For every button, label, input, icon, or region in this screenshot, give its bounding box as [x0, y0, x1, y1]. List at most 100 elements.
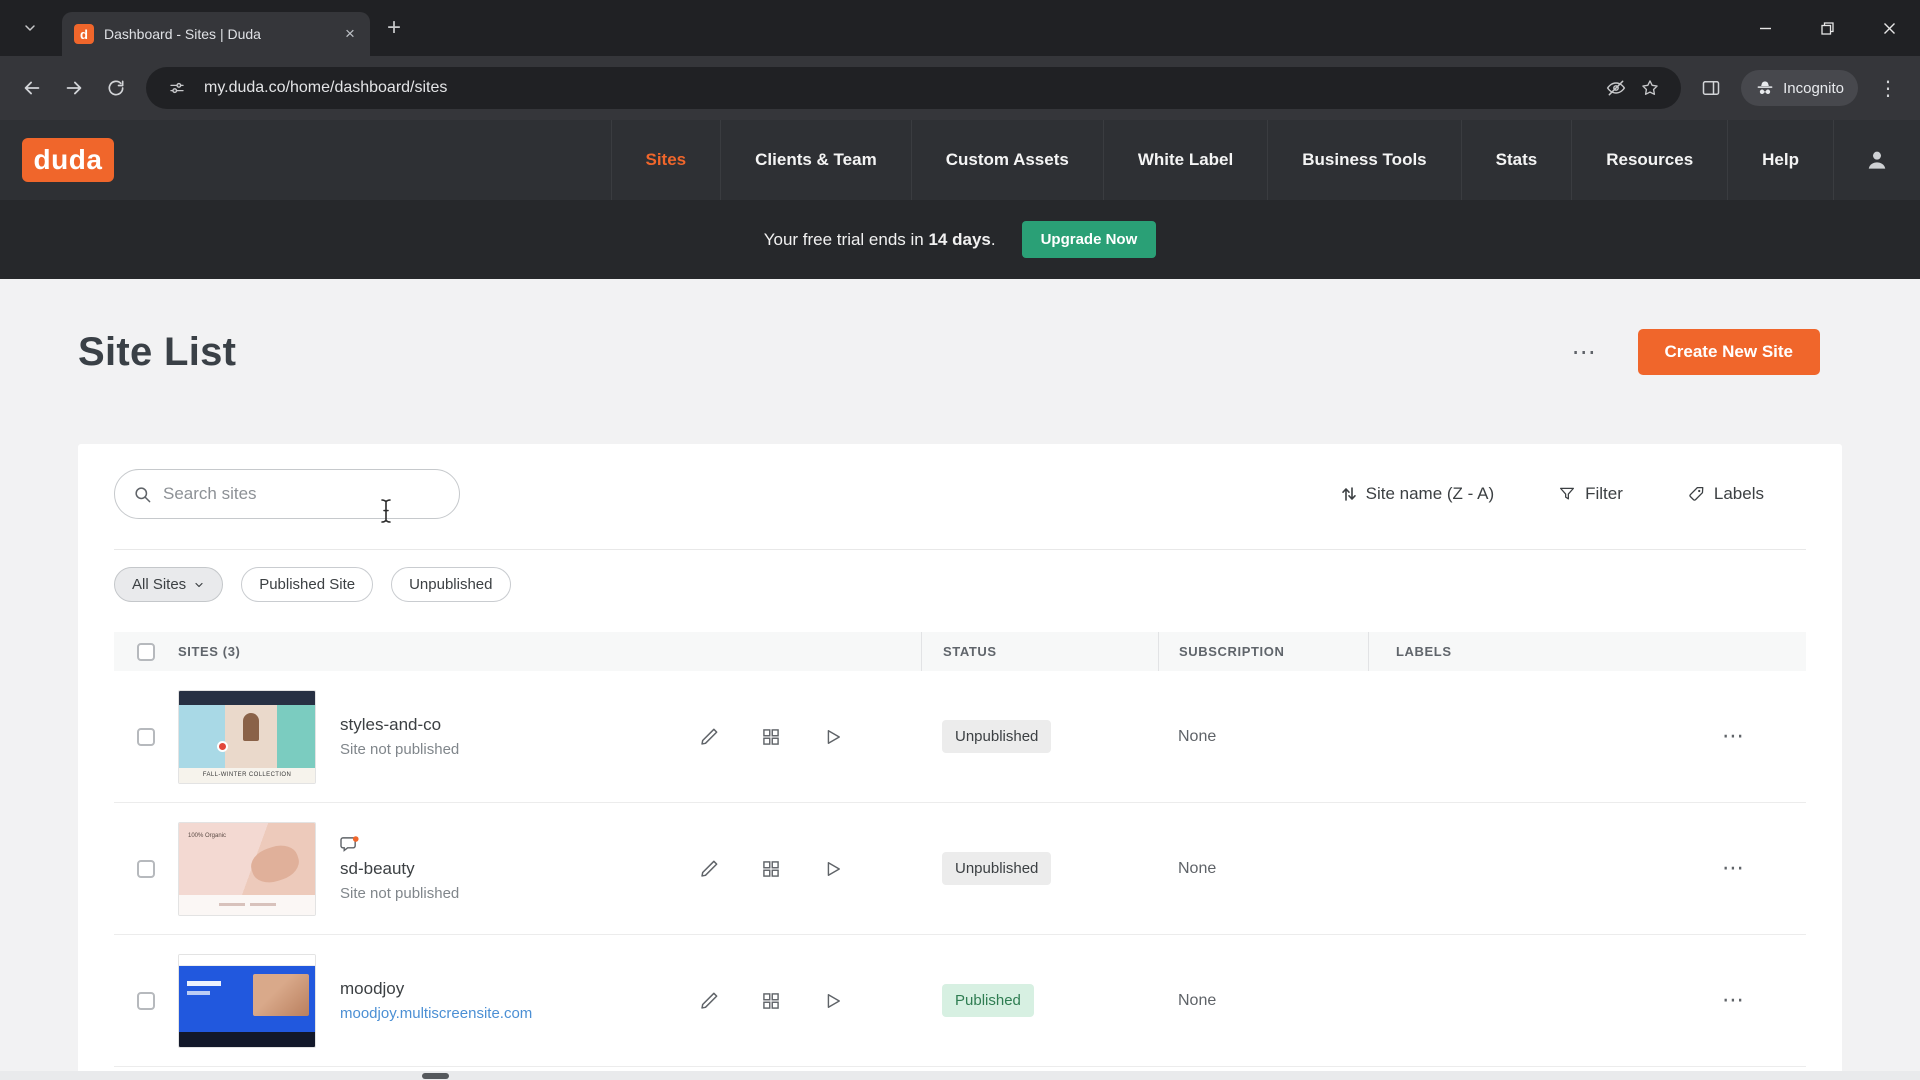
reload-button[interactable] — [96, 68, 136, 108]
nav-item-white-label[interactable]: White Label — [1103, 120, 1267, 200]
site-publish-status-text: Site not published — [340, 885, 628, 902]
apps-grid-button[interactable] — [758, 988, 784, 1014]
preview-site-button[interactable] — [820, 856, 846, 882]
duda-top-nav: duda Sites Clients & Team Custom Assets … — [0, 120, 1920, 200]
subscription-value: None — [1158, 728, 1368, 746]
page-options-menu-button[interactable]: ⋯ — [1572, 340, 1596, 364]
site-publish-status-text: Site not published — [340, 741, 628, 758]
site-name[interactable]: moodjoy — [340, 979, 628, 999]
account-avatar-button[interactable] — [1834, 120, 1920, 200]
bookmark-star-icon[interactable] — [1633, 71, 1667, 105]
chip-published-site[interactable]: Published Site — [241, 567, 373, 602]
site-name[interactable]: styles-and-co — [340, 715, 628, 735]
apps-grid-button[interactable] — [758, 856, 784, 882]
address-bar[interactable]: my.duda.co/home/dashboard/sites — [146, 67, 1681, 109]
tab-search-button[interactable] — [12, 10, 48, 46]
side-panel-button[interactable] — [1691, 68, 1731, 108]
search-box[interactable] — [114, 469, 460, 519]
grid-icon — [761, 727, 781, 747]
chevron-down-icon — [22, 20, 38, 36]
search-input[interactable] — [163, 484, 441, 504]
edit-site-button[interactable] — [696, 724, 722, 750]
row-checkbox[interactable] — [137, 992, 155, 1010]
labels-control[interactable]: Labels — [1687, 484, 1764, 504]
window-restore-button[interactable] — [1796, 0, 1858, 56]
trial-banner: Your free trial ends in 14 days. Upgrade… — [0, 200, 1920, 279]
table-row: FALL-WINTER COLLECTION styles-and-co Sit… — [114, 671, 1806, 803]
window-minimize-button[interactable] — [1734, 0, 1796, 56]
browser-menu-button[interactable]: ⋮ — [1868, 68, 1908, 108]
back-button[interactable] — [12, 68, 52, 108]
preview-site-button[interactable] — [820, 988, 846, 1014]
row-checkbox[interactable] — [137, 728, 155, 746]
row-checkbox[interactable] — [137, 860, 155, 878]
grid-icon — [761, 859, 781, 879]
site-thumbnail[interactable]: 100% Organic — [178, 822, 316, 916]
incognito-label: Incognito — [1783, 80, 1844, 97]
filter-chips: All Sites Published Site Unpublished — [114, 567, 1806, 602]
pencil-icon — [699, 726, 720, 747]
site-thumbnail[interactable]: FALL-WINTER COLLECTION — [178, 690, 316, 784]
sort-label: Site name (Z - A) — [1366, 484, 1494, 504]
filter-control[interactable]: Filter — [1558, 484, 1623, 504]
person-icon — [1864, 147, 1890, 173]
site-domain-link[interactable]: moodjoy.multiscreensite.com — [340, 1005, 628, 1022]
site-settings-icon[interactable] — [160, 71, 194, 105]
status-badge: Unpublished — [942, 720, 1051, 753]
trial-text-suffix: . — [991, 230, 996, 249]
close-icon — [1883, 22, 1896, 35]
new-tab-button[interactable]: + — [376, 10, 412, 46]
row-options-menu-button[interactable]: ⋯ — [1722, 990, 1744, 1012]
row-options-menu-button[interactable]: ⋯ — [1722, 858, 1744, 880]
tab-title: Dashboard - Sites | Duda — [104, 26, 338, 42]
pencil-icon — [699, 858, 720, 879]
nav-item-custom-assets[interactable]: Custom Assets — [911, 120, 1103, 200]
sort-control[interactable]: Site name (Z - A) — [1341, 484, 1494, 504]
nav-item-help[interactable]: Help — [1727, 120, 1834, 200]
nav-items: Sites Clients & Team Custom Assets White… — [611, 120, 1835, 200]
create-new-site-button[interactable]: Create New Site — [1638, 329, 1821, 375]
play-icon — [823, 727, 843, 747]
apps-grid-button[interactable] — [758, 724, 784, 750]
play-icon — [823, 991, 843, 1011]
thumbnail-caption: 100% Organic — [188, 833, 226, 839]
nav-item-business-tools[interactable]: Business Tools — [1267, 120, 1460, 200]
page-header: Site List ⋯ Create New Site — [0, 279, 1920, 375]
page-title: Site List — [78, 330, 236, 375]
chip-unpublished[interactable]: Unpublished — [391, 567, 510, 602]
column-header-labels: LABELS — [1368, 632, 1806, 671]
chevron-down-icon — [193, 579, 205, 591]
horizontal-scrollbar-thumb[interactable] — [422, 1073, 449, 1079]
forward-button[interactable] — [54, 68, 94, 108]
duda-favicon: d — [74, 24, 94, 44]
incognito-icon — [1755, 79, 1775, 97]
horizontal-scrollbar-track — [0, 1071, 1920, 1080]
comment-indicator-icon[interactable] — [340, 836, 628, 853]
filter-funnel-icon — [1558, 485, 1576, 503]
nav-item-sites[interactable]: Sites — [611, 120, 721, 200]
upgrade-now-button[interactable]: Upgrade Now — [1022, 221, 1157, 258]
nav-item-clients-team[interactable]: Clients & Team — [720, 120, 911, 200]
tracking-protection-eye-off-icon[interactable] — [1599, 71, 1633, 105]
subscription-value: None — [1158, 992, 1368, 1010]
nav-item-stats[interactable]: Stats — [1461, 120, 1572, 200]
dashboard-content: Site List ⋯ Create New Site Site name (Z… — [0, 279, 1920, 1080]
chip-all-sites[interactable]: All Sites — [114, 567, 223, 602]
browser-tab[interactable]: d Dashboard - Sites | Duda × — [62, 12, 370, 56]
site-name[interactable]: sd-beauty — [340, 859, 628, 879]
forward-arrow-icon — [63, 77, 85, 99]
window-close-button[interactable] — [1858, 0, 1920, 56]
site-thumbnail[interactable] — [178, 954, 316, 1048]
edit-site-button[interactable] — [696, 988, 722, 1014]
table-row: 100% Organic sd-beauty Site not publishe… — [114, 803, 1806, 935]
labels-label: Labels — [1714, 484, 1764, 504]
back-arrow-icon — [21, 77, 43, 99]
play-icon — [823, 859, 843, 879]
tab-close-icon[interactable]: × — [338, 22, 362, 46]
duda-logo[interactable]: duda — [22, 138, 114, 182]
select-all-checkbox[interactable] — [137, 643, 155, 661]
edit-site-button[interactable] — [696, 856, 722, 882]
preview-site-button[interactable] — [820, 724, 846, 750]
row-options-menu-button[interactable]: ⋯ — [1722, 726, 1744, 748]
nav-item-resources[interactable]: Resources — [1571, 120, 1727, 200]
